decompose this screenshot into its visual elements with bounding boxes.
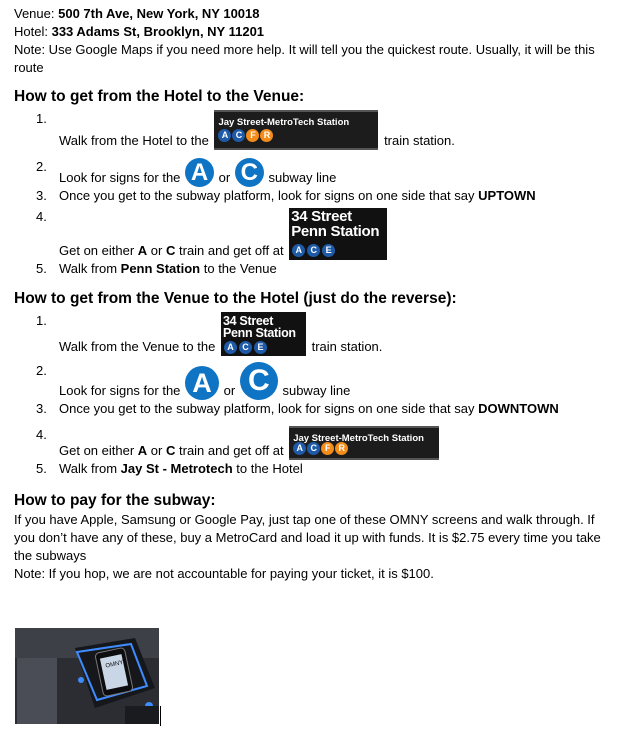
c-train-icon: C — [238, 341, 252, 354]
e-train-icon: E — [253, 341, 267, 354]
payment-note: Note: If you hop, we are not accountable… — [14, 566, 434, 581]
omny-reader-illustration: OMNY — [15, 628, 159, 724]
list-item: 3. Once you get to the subway platform, … — [36, 401, 559, 416]
venue-address: 500 7th Ave, New York, NY 10018 — [58, 6, 260, 21]
list-item: 5. Walk from Jay St - Metrotech to the H… — [36, 461, 303, 476]
f-train-icon: F — [321, 442, 335, 455]
a-train-icon: A — [293, 442, 307, 455]
text-cursor — [160, 706, 161, 726]
c-train-icon: C — [307, 244, 321, 257]
list-item: 4. Get on either A or C train and get of… — [14, 426, 614, 460]
r-train-icon: R — [260, 129, 274, 142]
penn-station-sign-image: 34 Street Penn Station A C E — [289, 208, 388, 260]
list-item: 4. Get on either A or C train and get of… — [14, 208, 614, 260]
list-item: 1. Walk from the Venue to the 34 Street … — [36, 312, 383, 356]
list-item: 2. Look for signs for the A or C subway … — [36, 362, 351, 400]
a-train-icon: A — [218, 129, 232, 142]
directions-venue-to-hotel: 1. Walk from the Venue to the 34 Street … — [14, 312, 614, 478]
r-train-icon: R — [335, 442, 349, 455]
a-train-icon: A — [223, 341, 237, 354]
section-heading-pay-subway: How to pay for the subway: — [14, 492, 216, 509]
route-bullets: A C F R — [293, 442, 349, 455]
jay-street-sign-image: Jay Street-MetroTech Station A C F R — [214, 110, 379, 150]
hotel-line: Hotel: 333 Adams St, Brooklyn, NY 11201 — [14, 23, 614, 41]
route-bullets: A C E — [292, 244, 336, 257]
section-heading-venue-to-hotel: How to get from the Venue to the Hotel (… — [14, 290, 457, 307]
list-item: 2. Look for signs for the A or C subway … — [36, 158, 337, 187]
intro-note: Note: Use Google Maps if you need more h… — [14, 42, 595, 75]
section-heading-hotel-to-venue: How to get from the Hotel to the Venue: — [14, 88, 305, 105]
venue-label: Venue: — [14, 6, 55, 21]
a-line-icon: A — [185, 158, 215, 187]
directions-hotel-to-venue: 1. Walk from the Hotel to the Jay Street… — [14, 110, 614, 278]
c-line-icon: C — [234, 158, 264, 187]
venue-line: Venue: 500 7th Ave, New York, NY 10018 — [14, 5, 614, 23]
a-train-icon: A — [292, 244, 306, 257]
c-train-icon: C — [307, 442, 321, 455]
jay-street-sign-image: Jay Street-MetroTech Station A C F R — [289, 426, 440, 460]
e-train-icon: E — [322, 244, 336, 257]
c-line-icon: C — [239, 362, 278, 400]
hotel-address: 333 Adams St, Brooklyn, NY 11201 — [51, 24, 265, 39]
hotel-label: Hotel: — [14, 24, 48, 39]
document-body: Venue: 500 7th Ave, New York, NY 10018 H… — [14, 5, 614, 583]
route-bullets: A C F R — [218, 129, 274, 142]
c-train-icon: C — [232, 129, 246, 142]
list-item: 1. Walk from the Hotel to the Jay Street… — [36, 110, 455, 150]
f-train-icon: F — [246, 129, 260, 142]
list-item: 3. Once you get to the subway platform, … — [36, 188, 536, 203]
a-line-icon: A — [185, 366, 220, 400]
payment-paragraph: If you have Apple, Samsung or Google Pay… — [14, 512, 601, 563]
omny-reader-photo: OMNY — [15, 628, 159, 724]
list-item: 5. Walk from Penn Station to the Venue — [36, 261, 277, 276]
penn-station-sign-image: 34 Street Penn Station A C E — [220, 312, 306, 356]
route-bullets: A C E — [223, 341, 267, 354]
